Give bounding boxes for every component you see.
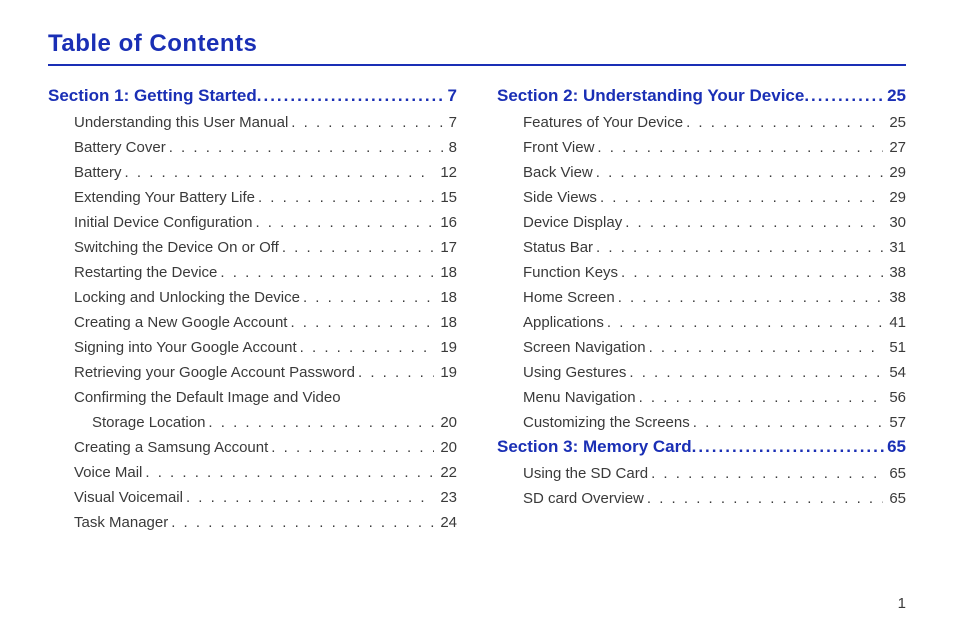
toc-entry[interactable]: Battery Cover8 xyxy=(48,135,457,160)
toc-entry[interactable]: Battery12 xyxy=(48,160,457,185)
toc-entry[interactable]: Signing into Your Google Account19 xyxy=(48,335,457,360)
toc-entry[interactable]: Side Views 29 xyxy=(497,185,906,210)
section-3-page: 65 xyxy=(885,437,906,457)
left-column: Section 1: Getting Started 7 Understandi… xyxy=(48,84,457,535)
section-3-label: Section 3: Memory Card xyxy=(497,437,692,457)
toc-entry[interactable]: Switching the Device On or Off17 xyxy=(48,235,457,260)
toc-entry[interactable]: Retrieving your Google Account Password … xyxy=(48,360,457,385)
toc-entry[interactable]: Restarting the Device18 xyxy=(48,260,457,285)
toc-entry[interactable]: Status Bar 31 xyxy=(497,235,906,260)
toc-entry[interactable]: Creating a Samsung Account20 xyxy=(48,435,457,460)
leader-dots xyxy=(804,86,885,106)
page-number: 1 xyxy=(898,595,906,612)
toc-entry[interactable]: Using the SD Card 65 xyxy=(497,461,906,486)
section-1-page: 7 xyxy=(446,86,457,106)
toc-entry[interactable]: Extending Your Battery Life 15 xyxy=(48,185,457,210)
leader-dots xyxy=(692,437,885,457)
section-1-label: Section 1: Getting Started xyxy=(48,86,257,106)
section-2-page: 25 xyxy=(885,86,906,106)
section-1-heading[interactable]: Section 1: Getting Started 7 xyxy=(48,86,457,106)
right-column: Section 2: Understanding Your Device 25 … xyxy=(497,84,906,535)
title-rule xyxy=(48,64,906,66)
toc-entry[interactable]: Task Manager 24 xyxy=(48,510,457,535)
toc-entry[interactable]: Creating a New Google Account18 xyxy=(48,310,457,335)
toc-entry[interactable]: Screen Navigation 51 xyxy=(497,335,906,360)
section-2-label: Section 2: Understanding Your Device xyxy=(497,86,804,106)
toc-title: Table of Contents xyxy=(48,30,906,64)
toc-entry-multiline-1[interactable]: Confirming the Default Image and Video xyxy=(48,385,457,410)
toc-entry-multiline-2[interactable]: Storage Location 20 xyxy=(48,410,457,435)
toc-entry[interactable]: Voice Mail 22 xyxy=(48,460,457,485)
toc-entry[interactable]: Features of Your Device 25 xyxy=(497,110,906,135)
section-3-heading[interactable]: Section 3: Memory Card 65 xyxy=(497,437,906,457)
toc-entry[interactable]: Applications 41 xyxy=(497,310,906,335)
toc-entry[interactable]: Understanding this User Manual7 xyxy=(48,110,457,135)
toc-entry[interactable]: Function Keys38 xyxy=(497,260,906,285)
leader-dots xyxy=(257,86,446,106)
toc-entry[interactable]: Device Display 30 xyxy=(497,210,906,235)
toc-entry[interactable]: Menu Navigation 56 xyxy=(497,385,906,410)
toc-entry[interactable]: Locking and Unlocking the Device 18 xyxy=(48,285,457,310)
toc-entry[interactable]: Customizing the Screens 57 xyxy=(497,410,906,435)
toc-entry[interactable]: Initial Device Configuration16 xyxy=(48,210,457,235)
page: Table of Contents Section 1: Getting Sta… xyxy=(0,0,954,636)
toc-entry[interactable]: Using Gestures54 xyxy=(497,360,906,385)
toc-entry[interactable]: Visual Voicemail23 xyxy=(48,485,457,510)
toc-entry[interactable]: Front View 27 xyxy=(497,135,906,160)
toc-entry[interactable]: SD card Overview65 xyxy=(497,486,906,511)
toc-entry[interactable]: Back View 29 xyxy=(497,160,906,185)
toc-entry[interactable]: Home Screen 38 xyxy=(497,285,906,310)
section-2-heading[interactable]: Section 2: Understanding Your Device 25 xyxy=(497,86,906,106)
columns: Section 1: Getting Started 7 Understandi… xyxy=(48,84,906,535)
